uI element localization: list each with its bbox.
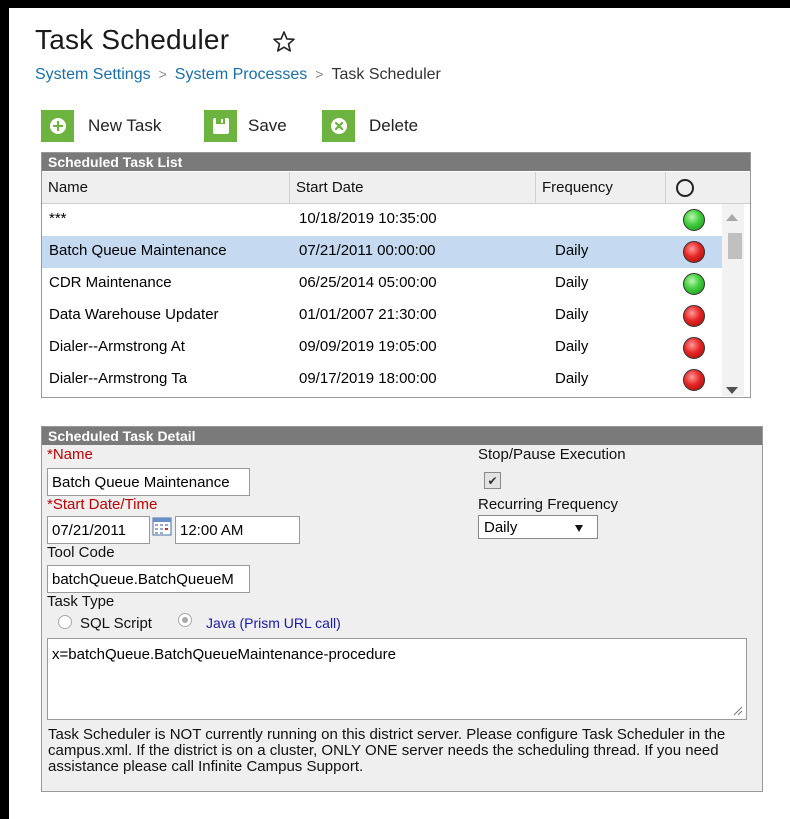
task-name: CDR Maintenance — [49, 274, 172, 291]
scheduler-warning-text: Task Scheduler is NOT currently running … — [48, 726, 726, 775]
table-row-selected[interactable]: Batch Queue Maintenance 07/21/2011 00:00… — [42, 236, 722, 268]
start-date-field[interactable]: 07/21/2011 — [47, 516, 150, 544]
calendar-icon[interactable] — [152, 516, 172, 536]
window-top-border — [0, 0, 790, 8]
resize-handle-icon[interactable] — [733, 706, 743, 716]
tool-code-label: Tool Code — [47, 544, 115, 561]
column-header-start-date[interactable]: Start Date — [290, 172, 536, 203]
java-radio[interactable] — [178, 613, 192, 627]
save-label: Save — [248, 116, 287, 135]
status-stopped-icon — [683, 305, 705, 327]
task-list-title: Scheduled Task List — [42, 153, 750, 171]
plus-circle-icon — [41, 110, 74, 142]
status-running-icon — [683, 273, 705, 295]
page-title: Task Scheduler — [35, 24, 230, 55]
java-option-label: Java (Prism URL call) — [206, 615, 341, 631]
script-textarea[interactable]: x=batchQueue.BatchQueueMaintenance-proce… — [47, 638, 747, 720]
table-row[interactable]: Dialer--Armstrong Ta 09/17/2019 18:00:00… — [42, 364, 722, 396]
task-frequency: Daily — [555, 338, 589, 355]
breadcrumb-current: Task Scheduler — [331, 66, 441, 83]
breadcrumb-separator-icon: > — [315, 66, 324, 82]
tool-code-field[interactable]: batchQueue.BatchQueueM — [47, 565, 250, 593]
task-name: *** — [49, 210, 67, 227]
star-icon[interactable] — [272, 30, 296, 54]
sql-script-radio[interactable] — [58, 615, 72, 629]
breadcrumb-system-settings[interactable]: System Settings — [35, 66, 151, 83]
column-header-frequency[interactable]: Frequency — [536, 172, 666, 203]
checkmark-icon: ✔ — [487, 473, 498, 488]
status-stopped-icon — [683, 241, 705, 263]
task-name: Batch Queue Maintenance — [49, 242, 227, 259]
recurring-frequency-label: Recurring Frequency — [478, 496, 619, 513]
scheduled-task-detail: Scheduled Task Detail *Name Batch Queue … — [41, 426, 763, 792]
name-label: *Name — [47, 446, 93, 463]
recurring-frequency-value: Daily — [484, 519, 518, 536]
breadcrumb: System Settings > System Processes > Task Sc… — [35, 66, 441, 84]
task-start-date: 09/09/2019 19:05:00 — [299, 338, 437, 355]
task-frequency: Daily — [555, 242, 589, 259]
status-stopped-icon — [683, 337, 705, 359]
task-name: Dialer--Armstrong Ta — [49, 370, 188, 387]
table-row[interactable]: *** 10/18/2019 10:35:00 — [42, 204, 722, 236]
task-start-date: 09/17/2019 18:00:00 — [299, 370, 437, 387]
start-time-field[interactable]: 12:00 AM — [175, 516, 300, 544]
delete-label: Delete — [369, 116, 419, 135]
status-running-icon — [683, 209, 705, 231]
recurring-frequency-select[interactable]: Daily — [478, 515, 598, 539]
x-circle-icon — [322, 110, 355, 142]
task-start-date: 10/18/2019 10:35:00 — [299, 210, 437, 227]
table-row[interactable]: Data Warehouse Updater 01/01/2007 21:30:… — [42, 300, 722, 332]
floppy-disk-icon — [204, 110, 237, 142]
breadcrumb-separator-icon: > — [158, 66, 167, 82]
script-value: x=batchQueue.BatchQueueMaintenance-proce… — [52, 646, 396, 663]
task-type-label: Task Type — [47, 593, 115, 610]
task-list-column-headers: Name Start Date Frequency — [42, 172, 750, 204]
breadcrumb-system-processes[interactable]: System Processes — [175, 66, 307, 83]
task-detail-title: Scheduled Task Detail — [42, 427, 762, 445]
status-stopped-icon — [683, 369, 705, 391]
delete-button[interactable]: Delete — [322, 110, 418, 142]
scrollbar-thumb[interactable] — [728, 233, 742, 259]
scroll-up-arrow-icon[interactable] — [726, 214, 738, 221]
stop-pause-checkbox[interactable]: ✔ — [484, 472, 501, 489]
task-frequency: Daily — [555, 274, 589, 291]
status-column-icon[interactable] — [676, 179, 694, 197]
task-frequency: Daily — [555, 306, 589, 323]
start-date-label: *Start Date/Time — [47, 496, 158, 513]
dropdown-arrow-icon — [575, 525, 583, 532]
sql-script-label: SQL Script — [80, 615, 152, 632]
table-row[interactable]: CDR Maintenance 06/25/2014 05:00:00 Dail… — [42, 268, 722, 300]
new-task-label: New Task — [88, 116, 162, 135]
task-name: Dialer--Armstrong At — [49, 338, 185, 355]
task-start-date: 07/21/2011 00:00:00 — [299, 242, 436, 259]
scheduled-task-list: Scheduled Task List Name Start Date Freq… — [41, 152, 751, 398]
task-name: Data Warehouse Updater — [49, 306, 219, 323]
scroll-down-arrow-icon[interactable] — [726, 387, 738, 394]
task-list-scrollbar[interactable] — [722, 204, 744, 396]
save-button[interactable]: Save — [204, 110, 287, 142]
task-start-date: 06/25/2014 05:00:00 — [299, 274, 437, 291]
task-frequency: Daily — [555, 370, 589, 387]
column-header-name[interactable]: Name — [42, 172, 290, 203]
name-field[interactable]: Batch Queue Maintenance — [47, 468, 250, 496]
stop-pause-label: Stop/Pause Execution — [478, 446, 626, 463]
table-row[interactable]: Dialer--Armstrong At 09/09/2019 19:05:00… — [42, 332, 722, 364]
window-left-border — [0, 0, 9, 819]
new-task-button[interactable]: New Task — [41, 110, 161, 142]
task-start-date: 01/01/2007 21:30:00 — [299, 306, 437, 323]
